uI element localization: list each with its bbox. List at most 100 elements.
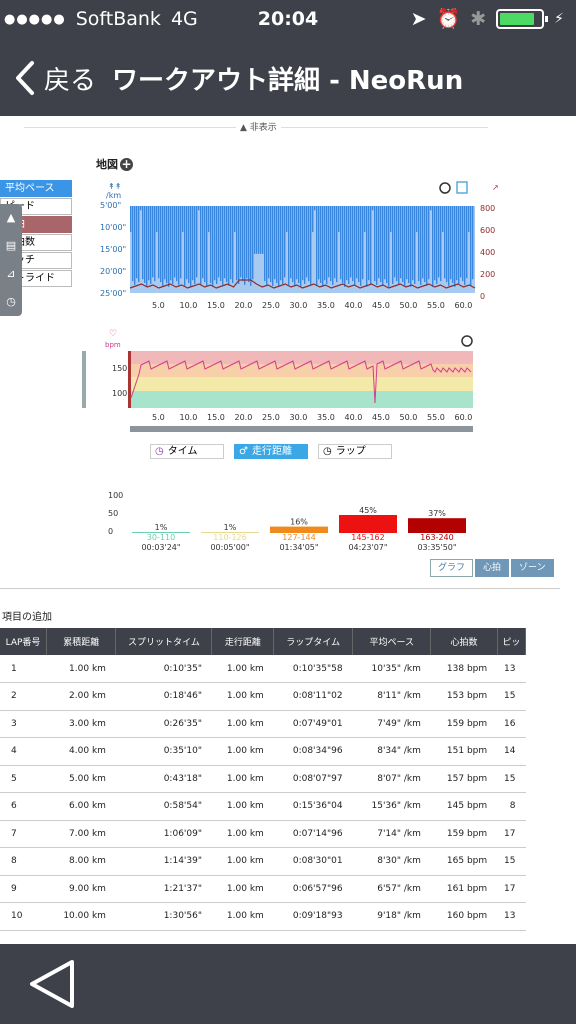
table-cell: 153 bpm	[430, 682, 498, 711]
hr-chart: ♡ bpm 150 100 5.0 10.0 15.0 20.0 25.0 30.0 35.0…	[80, 328, 500, 438]
pace-bar	[196, 206, 198, 278]
pace-bar	[146, 206, 148, 287]
table-cell: 10	[0, 902, 47, 931]
table-row[interactable]: 3 3.00 km 0:26'35" 1.00 km 0:07'49"01 7'49" /…	[0, 710, 526, 738]
hr-scrollbar[interactable]	[130, 426, 473, 432]
table-row[interactable]: 4 4.00 km 0:35'10" 1.00 km 0:08'34"96 8'34" /…	[0, 737, 526, 766]
pace-bar	[430, 206, 432, 211]
zone-bar	[408, 518, 466, 533]
table-cell: 0:43'18"	[115, 765, 212, 793]
table-row[interactable]: 10 10.00 km 1:30'56" 1.00 km 0:09'18"93 9'18"…	[0, 902, 526, 931]
add-field-link[interactable]: 項目の追加	[2, 608, 52, 623]
pace-bar	[388, 206, 390, 287]
pace-bar	[314, 206, 316, 211]
zone-y-tick: 100	[108, 491, 123, 500]
pace-bar	[350, 206, 352, 278]
column-header[interactable]: 累積距離	[46, 628, 117, 655]
pace-bar	[288, 206, 290, 285]
hide-toggle[interactable]: ▲ 非表示	[236, 120, 281, 133]
pace-bar	[398, 206, 400, 285]
column-header[interactable]: 走行距離	[211, 628, 275, 655]
pace-bar	[366, 206, 368, 287]
zone-scale	[128, 351, 131, 408]
stopwatch-icon[interactable]: ◷	[0, 288, 22, 316]
table-cell: 17	[497, 875, 526, 903]
table-cell: 1.00 km	[211, 792, 274, 821]
table-cell: 159 bpm	[430, 710, 498, 738]
pace-bar	[416, 206, 418, 233]
pace-bar	[362, 206, 364, 280]
table-cell: 8	[0, 847, 47, 876]
table-cell: 3.00 km	[46, 710, 116, 738]
table-cell: 138 bpm	[430, 655, 498, 683]
table-row[interactable]: 6 6.00 km 0:58'54" 1.00 km 0:15'36"04 15'36" …	[0, 792, 526, 821]
pace-bar	[372, 206, 374, 211]
expand-icon[interactable]: ▲	[0, 204, 22, 232]
zone-bar	[339, 515, 397, 533]
table-cell: 1.00 km	[211, 655, 274, 683]
pace-bar	[250, 206, 252, 286]
document-icon[interactable]: ▤	[0, 232, 22, 260]
pace-x-tick: 15.0	[207, 301, 225, 310]
column-header[interactable]: スプリットタイム	[115, 628, 213, 655]
runner-icon: ♂	[239, 446, 248, 457]
pace-bar	[440, 206, 442, 282]
zone-duration-label: 03:35'50"	[417, 543, 456, 552]
pace-bar	[450, 206, 452, 280]
pace-bar	[378, 206, 380, 279]
back-triangle-icon[interactable]	[26, 954, 86, 1014]
tab-lap[interactable]: ◷ ラップ	[318, 444, 392, 459]
pace-bar	[270, 206, 272, 283]
pace-bar	[358, 206, 360, 283]
pace-y-tick: 15'00"	[100, 245, 126, 254]
pace-bar	[204, 206, 206, 283]
tab-distance[interactable]: ♂ 走行距離	[234, 444, 308, 459]
tab-time[interactable]: ◷ タイム	[150, 444, 224, 459]
pace-bar	[384, 206, 386, 280]
column-header[interactable]: 平均ペース	[352, 628, 432, 655]
table-cell: 1.00 km	[46, 655, 116, 683]
table-cell: 1.00 km	[211, 737, 274, 766]
heart-rate-button[interactable]: 心拍	[475, 559, 510, 577]
column-header[interactable]: ラップタイム	[273, 628, 354, 655]
column-header[interactable]: LAP番号	[0, 628, 48, 655]
table-row[interactable]: 5 5.00 km 0:43'18" 1.00 km 0:08'07"97 8'07" /…	[0, 765, 526, 793]
table-row[interactable]: 8 8.00 km 1:14'39" 1.00 km 0:08'30"01 8'30" /…	[0, 847, 526, 876]
table-row[interactable]: 7 7.00 km 1:06'09" 1.00 km 0:07'14"96 7'14" /…	[0, 820, 526, 848]
table-cell: 0:09'18"93	[273, 902, 353, 931]
zoom-icon[interactable]	[456, 181, 468, 194]
refresh-icon[interactable]	[439, 182, 451, 194]
pace-chart-svg: ↟↟ /km ↗ 5'00" 10'00" 15'00" 20'00" 25'00" 8…	[100, 181, 499, 310]
hr-unit: bpm	[105, 341, 121, 349]
refresh-icon[interactable]	[461, 335, 473, 347]
table-row[interactable]: 1 1.00 km 0:10'35" 1.00 km 0:10'35"58 10'35" …	[0, 655, 526, 683]
pace-y-left: 5'00" 10'00" 15'00" 20'00" 25'00"	[100, 201, 126, 298]
pace-bar	[392, 206, 394, 284]
pace-bar	[252, 206, 254, 280]
tab-distance-label: 走行距離	[251, 446, 292, 457]
chart-icon[interactable]: ⊿	[0, 260, 22, 288]
column-header[interactable]: ピッ	[497, 628, 527, 655]
pace-bar	[334, 206, 336, 279]
graph-button[interactable]: グラフ	[430, 559, 474, 577]
table-row[interactable]: 9 9.00 km 1:21'37" 1.00 km 0:06'57"96 6'57" /…	[0, 875, 526, 903]
back-button[interactable]: 戻る	[0, 40, 96, 116]
table-row[interactable]: 2 2.00 km 0:18'46" 1.00 km 0:08'11"02 8'11" /…	[0, 682, 526, 711]
pace-bar	[290, 206, 292, 279]
pace-bar	[336, 206, 338, 283]
map-add[interactable]: 地図 +	[96, 156, 133, 172]
pace-bar	[260, 206, 262, 254]
pace-bar	[232, 206, 234, 284]
hr-scroll-thumb[interactable]	[82, 351, 86, 408]
pace-bar	[226, 206, 228, 283]
zone-button[interactable]: ゾーン	[511, 559, 554, 577]
pace-bar	[154, 206, 156, 282]
pace-bar	[184, 206, 186, 286]
pace-bar	[306, 206, 308, 278]
column-header[interactable]: 心拍数	[430, 628, 498, 655]
pace-bar	[208, 206, 210, 233]
zone-value-label: 45%	[359, 506, 377, 515]
pace-bar	[462, 206, 464, 282]
pace-axis-top: ↟↟ /km	[106, 182, 121, 200]
metric-item-pace[interactable]: 平均ペース	[0, 180, 72, 197]
